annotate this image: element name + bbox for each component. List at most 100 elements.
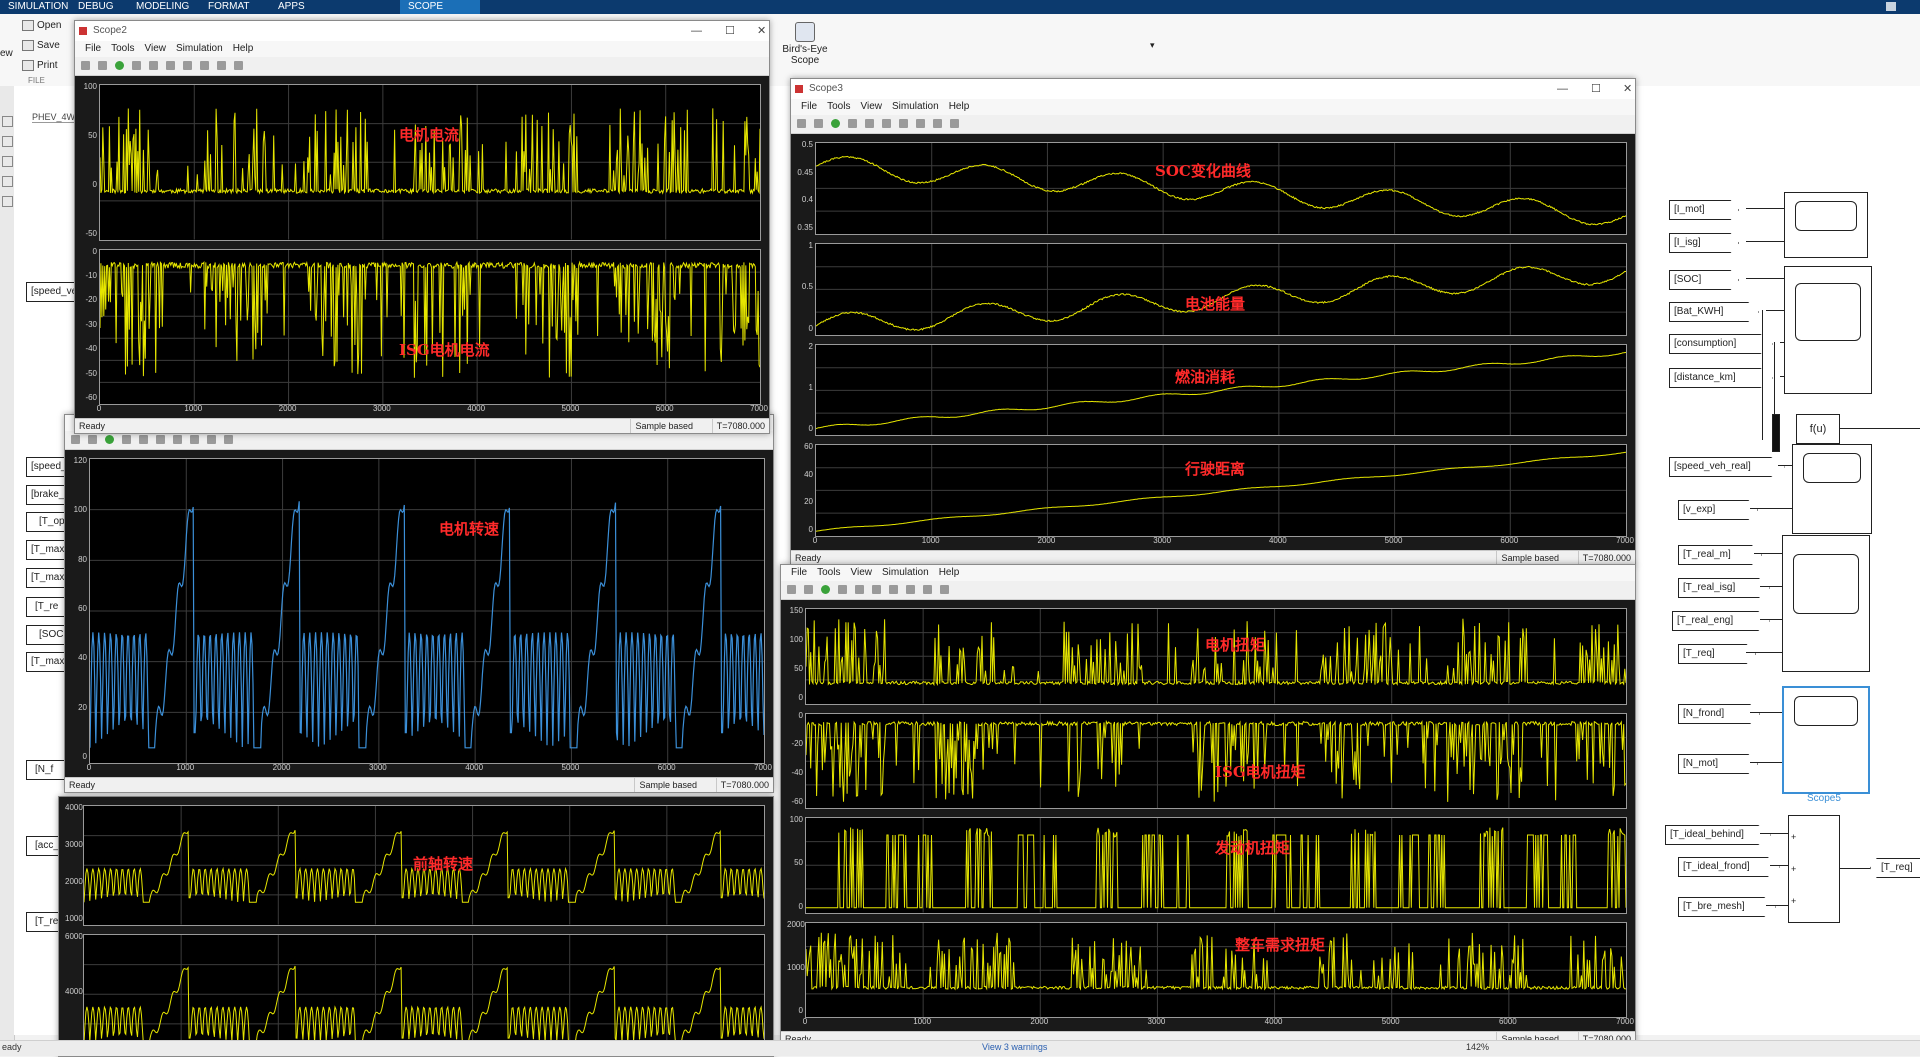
print-button[interactable]: Print [22,60,58,71]
run-icon[interactable] [821,585,830,594]
menu-item-tools[interactable]: Tools [827,101,850,112]
tag-t-ideal-frond[interactable]: [T_ideal_frond] [1678,857,1780,877]
settings-icon[interactable] [81,61,90,70]
open-button[interactable]: Open [22,20,61,31]
maximize-icon[interactable]: ☐ [1591,79,1601,99]
close-icon[interactable]: ✕ [1623,79,1632,99]
sum-block[interactable]: + + + [1788,815,1840,923]
highlight-icon[interactable] [166,61,175,70]
stop-icon[interactable] [855,585,864,594]
zoom-icon[interactable] [899,119,908,128]
menu-item-view[interactable]: View [144,43,166,54]
scope2-window[interactable]: Scope2 — ☐ ✕ File Tools View Simulation Help 100 5… [74,20,770,434]
close-icon[interactable]: ✕ [757,21,766,41]
menu-item-view[interactable]: View [850,567,872,578]
plot-axes[interactable] [815,242,1627,336]
autoscale-icon[interactable] [906,585,915,594]
plot-axes[interactable] [89,458,765,764]
stop-icon[interactable] [139,435,148,444]
menu-item-help[interactable]: Help [949,101,970,112]
settings-icon[interactable] [797,119,806,128]
highlight-icon[interactable] [156,435,165,444]
tag-consumption[interactable]: [consumption] [1669,334,1773,354]
scope-block-speed[interactable] [1792,444,1872,534]
measure-icon[interactable] [224,435,233,444]
autoscale-icon[interactable] [916,119,925,128]
text-icon[interactable] [2,176,13,187]
highlight-icon[interactable] [882,119,891,128]
image-icon[interactable] [2,196,13,207]
zoom-icon[interactable] [889,585,898,594]
run-icon[interactable] [831,119,840,128]
step-forward-icon[interactable] [122,435,131,444]
scope-block-currents[interactable] [1784,192,1868,258]
tab-scope[interactable]: SCOPE [400,0,480,14]
zoom-icon[interactable] [2,116,13,127]
tag-v-exp[interactable]: [v_exp] [1678,500,1758,520]
fcn-block[interactable]: f(u) [1796,414,1840,444]
run-icon[interactable] [105,435,114,444]
tag-out-t-req[interactable]: [T_req] [1870,858,1920,878]
tag-n-mot[interactable]: [N_mot] [1678,754,1758,774]
birds-eye-scope-button[interactable]: Bird's-Eye Scope [780,22,830,66]
step-back-icon[interactable] [804,585,813,594]
plot-axes[interactable] [805,921,1627,1018]
plot-axes[interactable] [805,817,1627,914]
cursor-icon[interactable] [207,435,216,444]
tag-t-real-m[interactable]: [T_real_m] [1678,545,1762,565]
settings-icon[interactable] [71,435,80,444]
plot-axes[interactable] [805,608,1627,705]
step-back-icon[interactable] [88,435,97,444]
stop-icon[interactable] [149,61,158,70]
step-back-icon[interactable] [814,119,823,128]
ribbon-expand-icon[interactable]: ▾ [1150,40,1155,51]
scope4-window[interactable]: File Tools View Simulation Help 150 100 50 0 电机扭矩… [780,564,1636,1047]
menu-item-tools[interactable]: Tools [817,567,840,578]
scope-motor-speed-window[interactable]: FileToolsViewSimulationHelp1201008060402… [64,414,774,793]
menu-item-simulation[interactable]: Simulation [892,101,939,112]
run-icon[interactable] [115,61,124,70]
plot-axes[interactable] [99,248,761,405]
mux-block[interactable] [1772,414,1780,452]
menu-item-help[interactable]: Help [939,567,960,578]
zoom-icon[interactable] [173,435,182,444]
plot-axes[interactable] [83,933,765,1054]
menu-item-help[interactable]: Help [233,43,254,54]
autoscale-icon[interactable] [200,61,209,70]
scope-block-torque[interactable] [1782,535,1870,672]
tag-t-ideal-behind[interactable]: [T_ideal_behind] [1665,825,1771,845]
measure-icon[interactable] [940,585,949,594]
tab-format[interactable]: FORMAT [200,0,257,14]
tag-t-real-isg[interactable]: [T_real_isg] [1678,578,1770,598]
step-forward-icon[interactable] [848,119,857,128]
menu-item-file[interactable]: File [85,43,101,54]
scope5-block[interactable] [1782,686,1870,794]
settings-icon[interactable] [787,585,796,594]
plot-axes[interactable] [815,142,1627,235]
save-button[interactable]: Save [22,40,60,51]
scope3-window[interactable]: Scope3— ☐ ✕ File Tools View Simulation Help 0.5 0… [790,78,1636,566]
scope-title-bar[interactable]: Scope3 — ☐ ✕ [791,79,1635,99]
step-forward-icon[interactable] [838,585,847,594]
menu-item-view[interactable]: View [860,101,882,112]
tab-modeling[interactable]: MODELING [128,0,197,14]
autoscale-icon[interactable] [190,435,199,444]
measure-icon[interactable] [950,119,959,128]
cursor-icon[interactable] [933,119,942,128]
plot-axes[interactable] [99,84,761,241]
tab-apps[interactable]: APPS [270,0,313,14]
tag-distance-km[interactable]: [distance_km] [1669,368,1773,388]
tag-t-real-eng[interactable]: [T_real_eng] [1672,611,1770,631]
cursor-icon[interactable] [217,61,226,70]
tab-simulation[interactable]: SIMULATION [0,0,76,14]
fit-icon[interactable] [2,136,13,147]
warnings-link[interactable]: View 3 warnings [982,1042,1047,1052]
scope-front-axle-window[interactable]: 4000300020001000前轴转速600040002000 [58,796,774,1057]
measure-icon[interactable] [234,61,243,70]
tag-i-mot[interactable]: [I_mot] [1669,200,1739,220]
step-back-icon[interactable] [98,61,107,70]
tag-speed-veh-real[interactable]: [speed_veh_real] [1669,457,1785,477]
scope-title-bar[interactable]: Scope2 — ☐ ✕ [75,21,769,41]
zoom-icon[interactable] [183,61,192,70]
scope-block-battery[interactable] [1784,266,1872,394]
